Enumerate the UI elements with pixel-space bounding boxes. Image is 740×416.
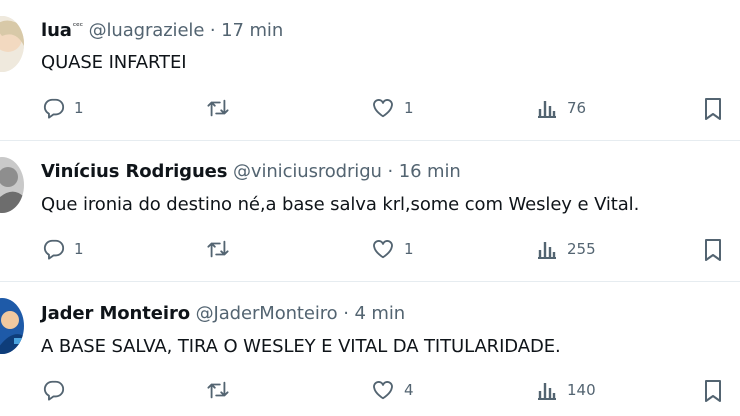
- tweet-text: A BASE SALVA, TIRA O WESLEY E VITAL DA T…: [41, 336, 561, 357]
- author-name[interactable]: Vinícius Rodrigues: [41, 161, 227, 182]
- views-icon: [536, 379, 558, 401]
- separator-dot: ·: [343, 303, 349, 324]
- author-name-suffix: ᶜᵉᶜ: [72, 22, 83, 32]
- author-handle[interactable]: @JaderMonteiro: [196, 303, 338, 324]
- separator-dot: ·: [387, 161, 394, 182]
- timestamp[interactable]: 17 min: [221, 20, 283, 41]
- views-count: 140: [567, 381, 596, 399]
- views-button[interactable]: 76: [536, 97, 586, 119]
- retweet-icon: [206, 238, 230, 260]
- reply-button[interactable]: [43, 379, 74, 401]
- tweet-text: Que ironia do destino né,a base salva kr…: [41, 194, 640, 215]
- like-count: 4: [404, 381, 414, 399]
- heart-icon: [371, 97, 395, 119]
- retweet-icon: [206, 97, 230, 119]
- tweet-header: Jader Monteiro @JaderMonteiro · 4 min: [41, 303, 405, 324]
- tweet[interactable]: luaᶜᵉᶜ @luagraziele · 17 min QUASE INFAR…: [0, 0, 740, 140]
- views-button[interactable]: 255: [536, 238, 596, 260]
- tweet-text: QUASE INFARTEI: [41, 52, 187, 73]
- like-count: 1: [404, 240, 414, 258]
- author-name[interactable]: Jader Monteiro: [41, 303, 190, 324]
- timestamp[interactable]: 4 min: [354, 303, 405, 324]
- views-icon: [536, 238, 558, 260]
- reply-button[interactable]: 1: [43, 238, 84, 260]
- timestamp[interactable]: 16 min: [399, 161, 461, 182]
- reply-icon: [43, 238, 65, 260]
- views-button[interactable]: 140: [536, 379, 596, 401]
- bookmark-icon: [703, 97, 723, 121]
- tweet-header: luaᶜᵉᶜ @luagraziele · 17 min: [41, 20, 283, 41]
- like-button[interactable]: 4: [371, 379, 414, 401]
- tweet[interactable]: Vinícius Rodrigues @viniciusrodrigu · 16…: [0, 141, 740, 281]
- tweet-header: Vinícius Rodrigues @viniciusrodrigu · 16…: [41, 161, 461, 182]
- avatar[interactable]: [0, 157, 24, 213]
- heart-icon: [371, 238, 395, 260]
- like-count: 1: [404, 99, 414, 117]
- retweet-button[interactable]: [206, 238, 239, 260]
- retweet-button[interactable]: [206, 379, 239, 401]
- avatar[interactable]: [0, 298, 24, 354]
- views-count: 255: [567, 240, 596, 258]
- bookmark-button[interactable]: [703, 238, 723, 262]
- like-button[interactable]: 1: [371, 238, 414, 260]
- reply-icon: [43, 379, 65, 401]
- reply-count: 1: [74, 99, 84, 117]
- views-icon: [536, 97, 558, 119]
- retweet-button[interactable]: [206, 97, 239, 119]
- bookmark-button[interactable]: [703, 379, 723, 403]
- reply-icon: [43, 97, 65, 119]
- bookmark-button[interactable]: [703, 97, 723, 121]
- like-button[interactable]: 1: [371, 97, 414, 119]
- author-handle[interactable]: @luagraziele: [89, 20, 205, 41]
- avatar[interactable]: [0, 16, 24, 72]
- tweet[interactable]: Jader Monteiro @JaderMonteiro · 4 min A …: [0, 282, 740, 416]
- bookmark-icon: [703, 379, 723, 403]
- bookmark-icon: [703, 238, 723, 262]
- heart-icon: [371, 379, 395, 401]
- reply-count: 1: [74, 240, 84, 258]
- separator-dot: ·: [209, 20, 216, 41]
- reply-button[interactable]: 1: [43, 97, 84, 119]
- author-handle[interactable]: @viniciusrodrigu: [233, 161, 382, 182]
- views-count: 76: [567, 99, 587, 117]
- author-name[interactable]: lua: [41, 20, 72, 41]
- retweet-icon: [206, 379, 230, 401]
